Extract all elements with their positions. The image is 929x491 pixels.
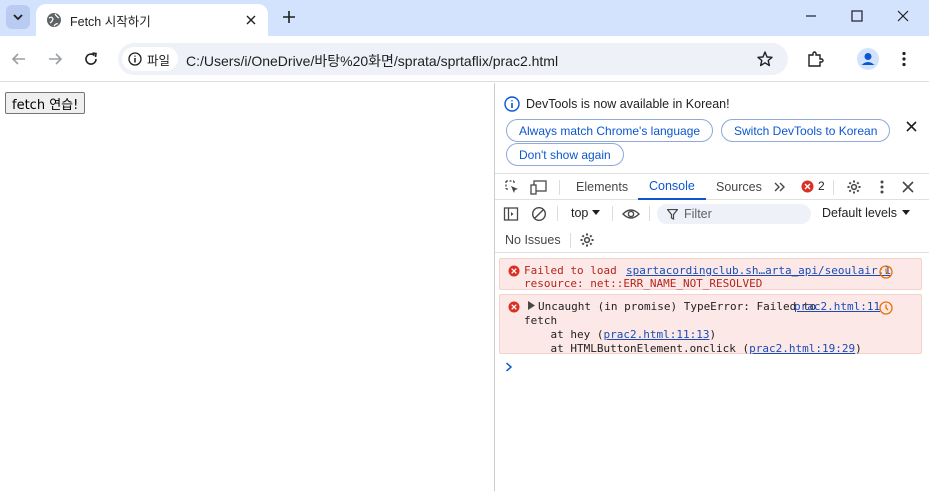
tab-title: Fetch 시작하기 [70, 14, 151, 29]
sidebar-toggle-icon[interactable] [502, 205, 520, 223]
tab-separator [833, 180, 834, 195]
filter-placeholder: Filter [684, 207, 712, 221]
stack-prefix: at HTMLButtonElement.onclick ( [524, 342, 750, 355]
filter-funnel-icon [667, 208, 678, 220]
toolbar-separator [557, 206, 558, 221]
tab-sources[interactable]: Sources [716, 174, 762, 200]
error-text: Uncaught (in promise) TypeError: Failed … [538, 300, 817, 313]
toolbar-separator [612, 206, 613, 221]
site-info-chip[interactable]: 파일 [122, 47, 179, 71]
console-toolbar: top Filter Default levels [495, 201, 929, 227]
fetch-practice-button[interactable]: fetch 연습! [5, 92, 86, 114]
stack-suffix: ) [709, 328, 717, 341]
log-levels-label: Default levels [822, 206, 898, 220]
stack-link[interactable]: prac2.html:19:29 [749, 342, 855, 355]
infobar-message: DevTools is now available in Korean! [504, 96, 730, 112]
error-source-link[interactable]: prac2.html:11 [794, 300, 880, 313]
bookmark-star-icon[interactable] [756, 50, 774, 71]
clear-console-icon[interactable] [530, 205, 548, 223]
inspect-element-icon[interactable] [503, 178, 521, 196]
error-source-link[interactable]: spartacordingclub.sh…arta_api/seoulair:1 [626, 264, 891, 277]
page-content: fetch 연습! [0, 83, 494, 491]
issues-label[interactable]: No Issues [505, 233, 561, 247]
issues-bar: No Issues [495, 227, 929, 253]
tab-elements[interactable]: Elements [576, 174, 628, 200]
globe-icon [46, 12, 62, 28]
tab-strip: Fetch 시작하기 [0, 0, 929, 36]
stack-link[interactable]: prac2.html:11:13 [603, 328, 709, 341]
context-label: top [571, 206, 589, 220]
browser-toolbar: 파일 C:/Users/i/OneDrive/바탕%20화면/sprata/sp… [0, 36, 929, 82]
devtools-menu-icon[interactable] [873, 178, 891, 196]
settings-gear-icon[interactable] [845, 178, 863, 196]
forward-arrow-icon[interactable] [42, 46, 68, 72]
source-lightbulb-icon[interactable] [879, 265, 893, 279]
tab-close-icon[interactable] [242, 11, 260, 29]
minimize-icon[interactable] [788, 0, 834, 32]
site-info-label: 파일 [147, 53, 171, 68]
tab-console[interactable]: Console [638, 174, 706, 200]
info-circle-icon [504, 96, 520, 112]
info-icon [128, 52, 142, 66]
maximize-icon[interactable] [834, 0, 880, 32]
devtools-tab-bar: Elements Console Sources 2 [495, 173, 929, 200]
new-tab-plus-icon[interactable] [278, 6, 300, 28]
stack-prefix: at hey ( [524, 328, 604, 341]
dont-show-again-button[interactable]: Don't show again [506, 143, 624, 166]
error-text: resource: net::ERR_NAME_NOT_RESOLVED [524, 277, 763, 290]
devtools-close-icon[interactable] [899, 178, 917, 196]
more-tabs-chevron-icon[interactable] [771, 178, 789, 196]
console-filter-input[interactable]: Filter [657, 204, 811, 224]
error-circle-icon [508, 265, 520, 277]
console-error-message: Failed to load spartacordingclub.sh…arta… [499, 258, 922, 290]
url-text[interactable]: C:/Users/i/OneDrive/바탕%20화면/sprata/sprta… [186, 51, 558, 71]
stack-frame: at hey (prac2.html:11:13) [524, 328, 716, 341]
back-arrow-icon[interactable] [6, 46, 32, 72]
reload-icon[interactable] [78, 46, 104, 72]
error-text: Failed to load [524, 264, 617, 277]
devtools-panel: DevTools is now available in Korean! Alw… [494, 83, 929, 491]
error-count-badge[interactable]: 2 [801, 179, 825, 193]
error-text: fetch [524, 314, 558, 327]
console-error-message: Uncaught (in promise) TypeError: Failed … [499, 294, 922, 355]
context-selector[interactable]: top [571, 206, 601, 220]
expand-triangle-icon[interactable] [528, 301, 535, 310]
console-prompt[interactable] [505, 360, 513, 375]
window-close-icon[interactable] [880, 0, 926, 32]
toolbar-separator [649, 206, 650, 221]
infobar-text: DevTools is now available in Korean! [526, 97, 730, 111]
stack-frame: at HTMLButtonElement.onclick (prac2.html… [524, 342, 862, 355]
browser-tab[interactable]: Fetch 시작하기 [36, 4, 268, 36]
tab-search-button[interactable] [6, 5, 30, 29]
device-toolbar-icon[interactable] [530, 178, 548, 196]
stack-suffix: ) [855, 342, 862, 355]
live-expression-eye-icon[interactable] [622, 205, 640, 223]
extensions-puzzle-icon[interactable] [802, 46, 828, 72]
error-circle-icon [508, 301, 520, 313]
dropdown-triangle-icon [902, 210, 911, 215]
dropdown-triangle-icon [592, 210, 601, 215]
error-circle-icon [801, 180, 814, 192]
kebab-menu-icon[interactable] [891, 46, 917, 72]
error-count: 2 [818, 179, 825, 193]
always-match-language-button[interactable]: Always match Chrome's language [506, 119, 714, 142]
tab-separator [559, 180, 560, 195]
devtools-language-infobar: DevTools is now available in Korean! Alw… [495, 83, 929, 171]
log-levels-dropdown[interactable]: Default levels [822, 206, 911, 220]
chevron-down-icon [13, 14, 23, 21]
prompt-chevron-icon [506, 362, 513, 372]
console-settings-gear-icon[interactable] [578, 231, 596, 249]
address-bar[interactable]: 파일 C:/Users/i/OneDrive/바탕%20화면/sprata/sp… [118, 43, 788, 75]
infobar-close-icon[interactable] [906, 120, 917, 135]
profile-avatar-icon[interactable] [855, 46, 881, 72]
switch-devtools-korean-button[interactable]: Switch DevTools to Korean [721, 119, 891, 142]
toolbar-separator [570, 233, 571, 248]
source-lightbulb-icon[interactable] [879, 301, 893, 315]
